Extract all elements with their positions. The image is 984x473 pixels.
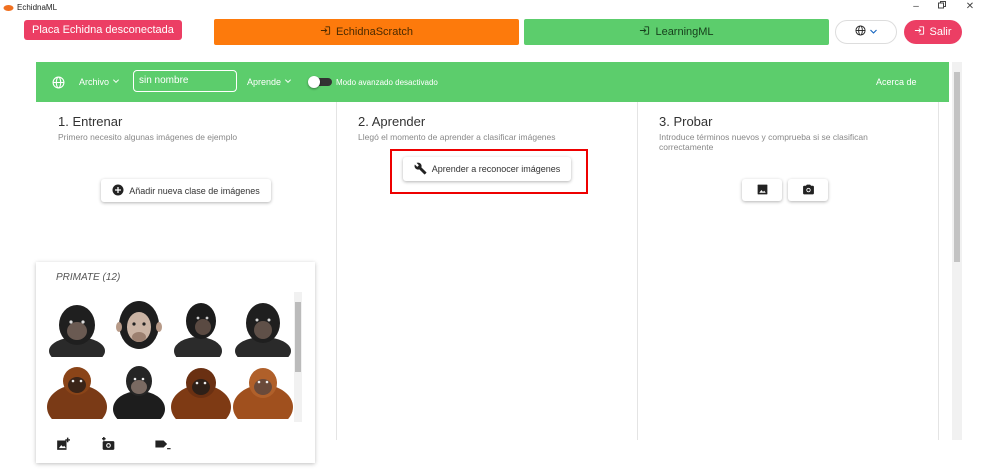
app-frame: Archivo sin nombre Aprende Modo avanzado… bbox=[36, 62, 949, 463]
image-icon bbox=[756, 183, 769, 198]
login-icon bbox=[639, 25, 650, 39]
project-name-input[interactable]: sin nombre bbox=[133, 70, 237, 92]
training-image[interactable] bbox=[108, 295, 170, 357]
add-photo-icon[interactable] bbox=[56, 437, 72, 453]
advanced-mode-label: Modo avanzado desactivado bbox=[336, 77, 438, 87]
chevron-down-icon bbox=[284, 77, 292, 87]
file-menu-label: Archivo bbox=[79, 77, 110, 87]
close-window-button[interactable]: ✕ bbox=[958, 1, 982, 13]
class-card: PRIMATE (12) bbox=[36, 262, 315, 463]
add-circle-icon bbox=[112, 184, 124, 198]
window-titlebar: EchidnaML bbox=[0, 0, 984, 14]
training-image[interactable] bbox=[232, 295, 294, 357]
take-photo-button[interactable] bbox=[788, 179, 828, 201]
page-scroll-thumb[interactable] bbox=[954, 72, 960, 262]
login-icon bbox=[914, 25, 925, 39]
camera-icon bbox=[802, 183, 815, 198]
upload-image-button[interactable] bbox=[742, 179, 782, 201]
image-grid-scrollbar[interactable] bbox=[294, 292, 302, 422]
exit-label: Salir bbox=[929, 26, 952, 38]
learn-title: 2. Aprender bbox=[358, 114, 426, 129]
learn-subtitle: Llegó el momento de aprender a clasifica… bbox=[358, 132, 556, 142]
learningml-button[interactable]: LearningML bbox=[524, 19, 829, 45]
training-image[interactable] bbox=[46, 357, 108, 419]
label-remove-icon[interactable] bbox=[154, 437, 171, 453]
train-subtitle: Primero necesito algunas imágenes de eje… bbox=[58, 132, 238, 142]
advanced-mode-toggle[interactable] bbox=[308, 76, 332, 88]
add-class-button[interactable]: Añadir nueva clase de imágenes bbox=[101, 179, 271, 202]
about-link[interactable]: Acerca de bbox=[876, 62, 917, 102]
add-camera-icon[interactable] bbox=[101, 437, 117, 453]
login-icon bbox=[320, 25, 331, 39]
echidna-app-icon bbox=[3, 3, 15, 11]
training-image[interactable] bbox=[46, 295, 108, 357]
echidna-scratch-button[interactable]: EchidnaScratch bbox=[214, 19, 519, 45]
menu-bar: Archivo sin nombre Aprende Modo avanzado… bbox=[36, 62, 949, 102]
globe-icon bbox=[854, 23, 866, 41]
class-title: PRIMATE (12) bbox=[56, 272, 121, 283]
globe-icon[interactable] bbox=[52, 62, 65, 102]
learn-menu[interactable]: Aprende bbox=[247, 62, 292, 102]
column-divider bbox=[938, 102, 939, 440]
highlight-box bbox=[390, 149, 588, 194]
training-image[interactable] bbox=[170, 295, 232, 357]
window-title: EchidnaML bbox=[17, 2, 58, 12]
test-title: 3. Probar bbox=[659, 114, 713, 129]
restore-button[interactable] bbox=[930, 1, 954, 13]
board-status-badge: Placa Echidna desconectada bbox=[24, 20, 182, 40]
echidna-scratch-label: EchidnaScratch bbox=[335, 26, 414, 38]
language-selector[interactable] bbox=[835, 20, 897, 44]
chevron-down-icon bbox=[869, 23, 878, 41]
page-scrollbar[interactable] bbox=[952, 62, 962, 440]
file-menu[interactable]: Archivo bbox=[79, 62, 120, 102]
top-bar: Placa Echidna desconectada EchidnaScratc… bbox=[0, 14, 984, 54]
image-grid-scroll-thumb[interactable] bbox=[295, 302, 301, 372]
add-class-label: Añadir nueva clase de imágenes bbox=[129, 185, 260, 196]
chevron-down-icon bbox=[112, 77, 120, 87]
learningml-label: LearningML bbox=[655, 26, 714, 38]
class-card-actions bbox=[36, 437, 315, 457]
test-subtitle: Introduce términos nuevos y comprueba si… bbox=[659, 132, 868, 152]
training-image[interactable] bbox=[232, 357, 294, 419]
learn-menu-label: Aprende bbox=[247, 77, 282, 87]
training-image[interactable] bbox=[170, 357, 232, 419]
exit-button[interactable]: Salir bbox=[904, 20, 962, 44]
train-column: 1. Entrenar Primero necesito algunas imá… bbox=[36, 102, 336, 463]
test-column: 3. Probar Introduce términos nuevos y co… bbox=[638, 102, 938, 440]
minimize-button[interactable]: – bbox=[904, 1, 928, 13]
train-title: 1. Entrenar bbox=[58, 114, 123, 129]
image-grid bbox=[46, 295, 295, 419]
training-image[interactable] bbox=[108, 357, 170, 419]
